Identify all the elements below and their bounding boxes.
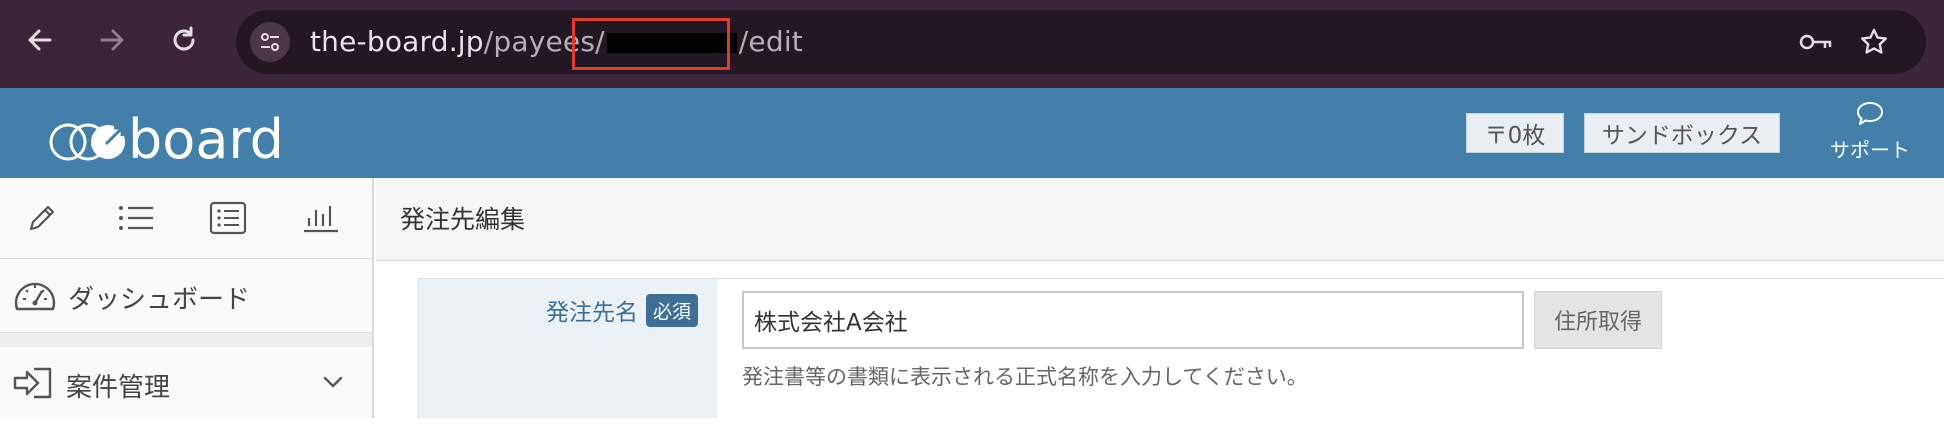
chart-icon[interactable] <box>296 194 344 242</box>
sidebar-item-label: 案件管理 <box>66 372 171 403</box>
app-header: board 〒0枚 サンドボックス サポート <box>0 88 1944 178</box>
sidebar-item-label: ダッシュボード <box>68 284 251 315</box>
sidebar-item-dashboard[interactable]: ダッシュボード <box>0 258 372 336</box>
key-icon[interactable] <box>1796 22 1836 62</box>
bookmark-star-icon[interactable] <box>1854 22 1894 62</box>
sandbox-button[interactable]: サンドボックス <box>1584 113 1780 153</box>
support-button[interactable]: サポート <box>1820 100 1920 163</box>
url-path-suffix: /edit <box>738 25 803 58</box>
ticket-count-button[interactable]: 〒0枚 <box>1466 113 1564 153</box>
payee-name-input[interactable] <box>742 291 1524 349</box>
required-badge: 必須 <box>645 293 698 327</box>
board-logo[interactable]: board <box>44 104 314 171</box>
field-label: 発注先名 <box>545 300 638 326</box>
list-box-icon[interactable] <box>204 194 252 242</box>
sidebar-item-projects[interactable]: 案件管理 <box>0 346 372 424</box>
page-header: 発注先編集 <box>376 178 1944 261</box>
back-icon[interactable] <box>20 20 60 60</box>
form-label-cell: 発注先名 必須 <box>418 278 718 418</box>
sidebar: ダッシュボード 案件管理 <box>0 178 374 418</box>
sidebar-divider <box>0 332 372 347</box>
address-lookup-button[interactable]: 住所取得 <box>1534 291 1662 349</box>
speech-bubble-icon <box>1820 100 1920 132</box>
redaction-highlight-box <box>572 18 730 70</box>
sidebar-tabs <box>0 178 372 259</box>
forward-icon[interactable] <box>92 20 132 60</box>
url-host: the-board.jp <box>310 25 484 58</box>
dashboard-gauge-icon <box>12 275 58 319</box>
logo-text: board <box>128 108 284 166</box>
field-label-group: 発注先名 必須 <box>546 293 698 327</box>
address-bar[interactable]: the-board.jp/payees//edit <box>236 10 1926 74</box>
pencil-icon[interactable] <box>18 194 66 242</box>
reload-icon[interactable] <box>164 20 204 60</box>
form-field-cell: 住所取得 発注書等の書類に表示される正式名称を入力してください。 <box>718 278 1944 418</box>
list-icon[interactable] <box>112 194 160 242</box>
support-label: サポート <box>1830 138 1910 162</box>
field-hint: 発注書等の書類に表示される正式名称を入力してください。 <box>742 365 1308 389</box>
chevron-down-icon[interactable] <box>322 374 344 393</box>
browser-toolbar: the-board.jp/payees//edit <box>0 0 1944 88</box>
sign-in-icon <box>12 365 56 405</box>
page-title: 発注先編集 <box>400 205 526 234</box>
site-settings-icon[interactable] <box>250 22 290 62</box>
